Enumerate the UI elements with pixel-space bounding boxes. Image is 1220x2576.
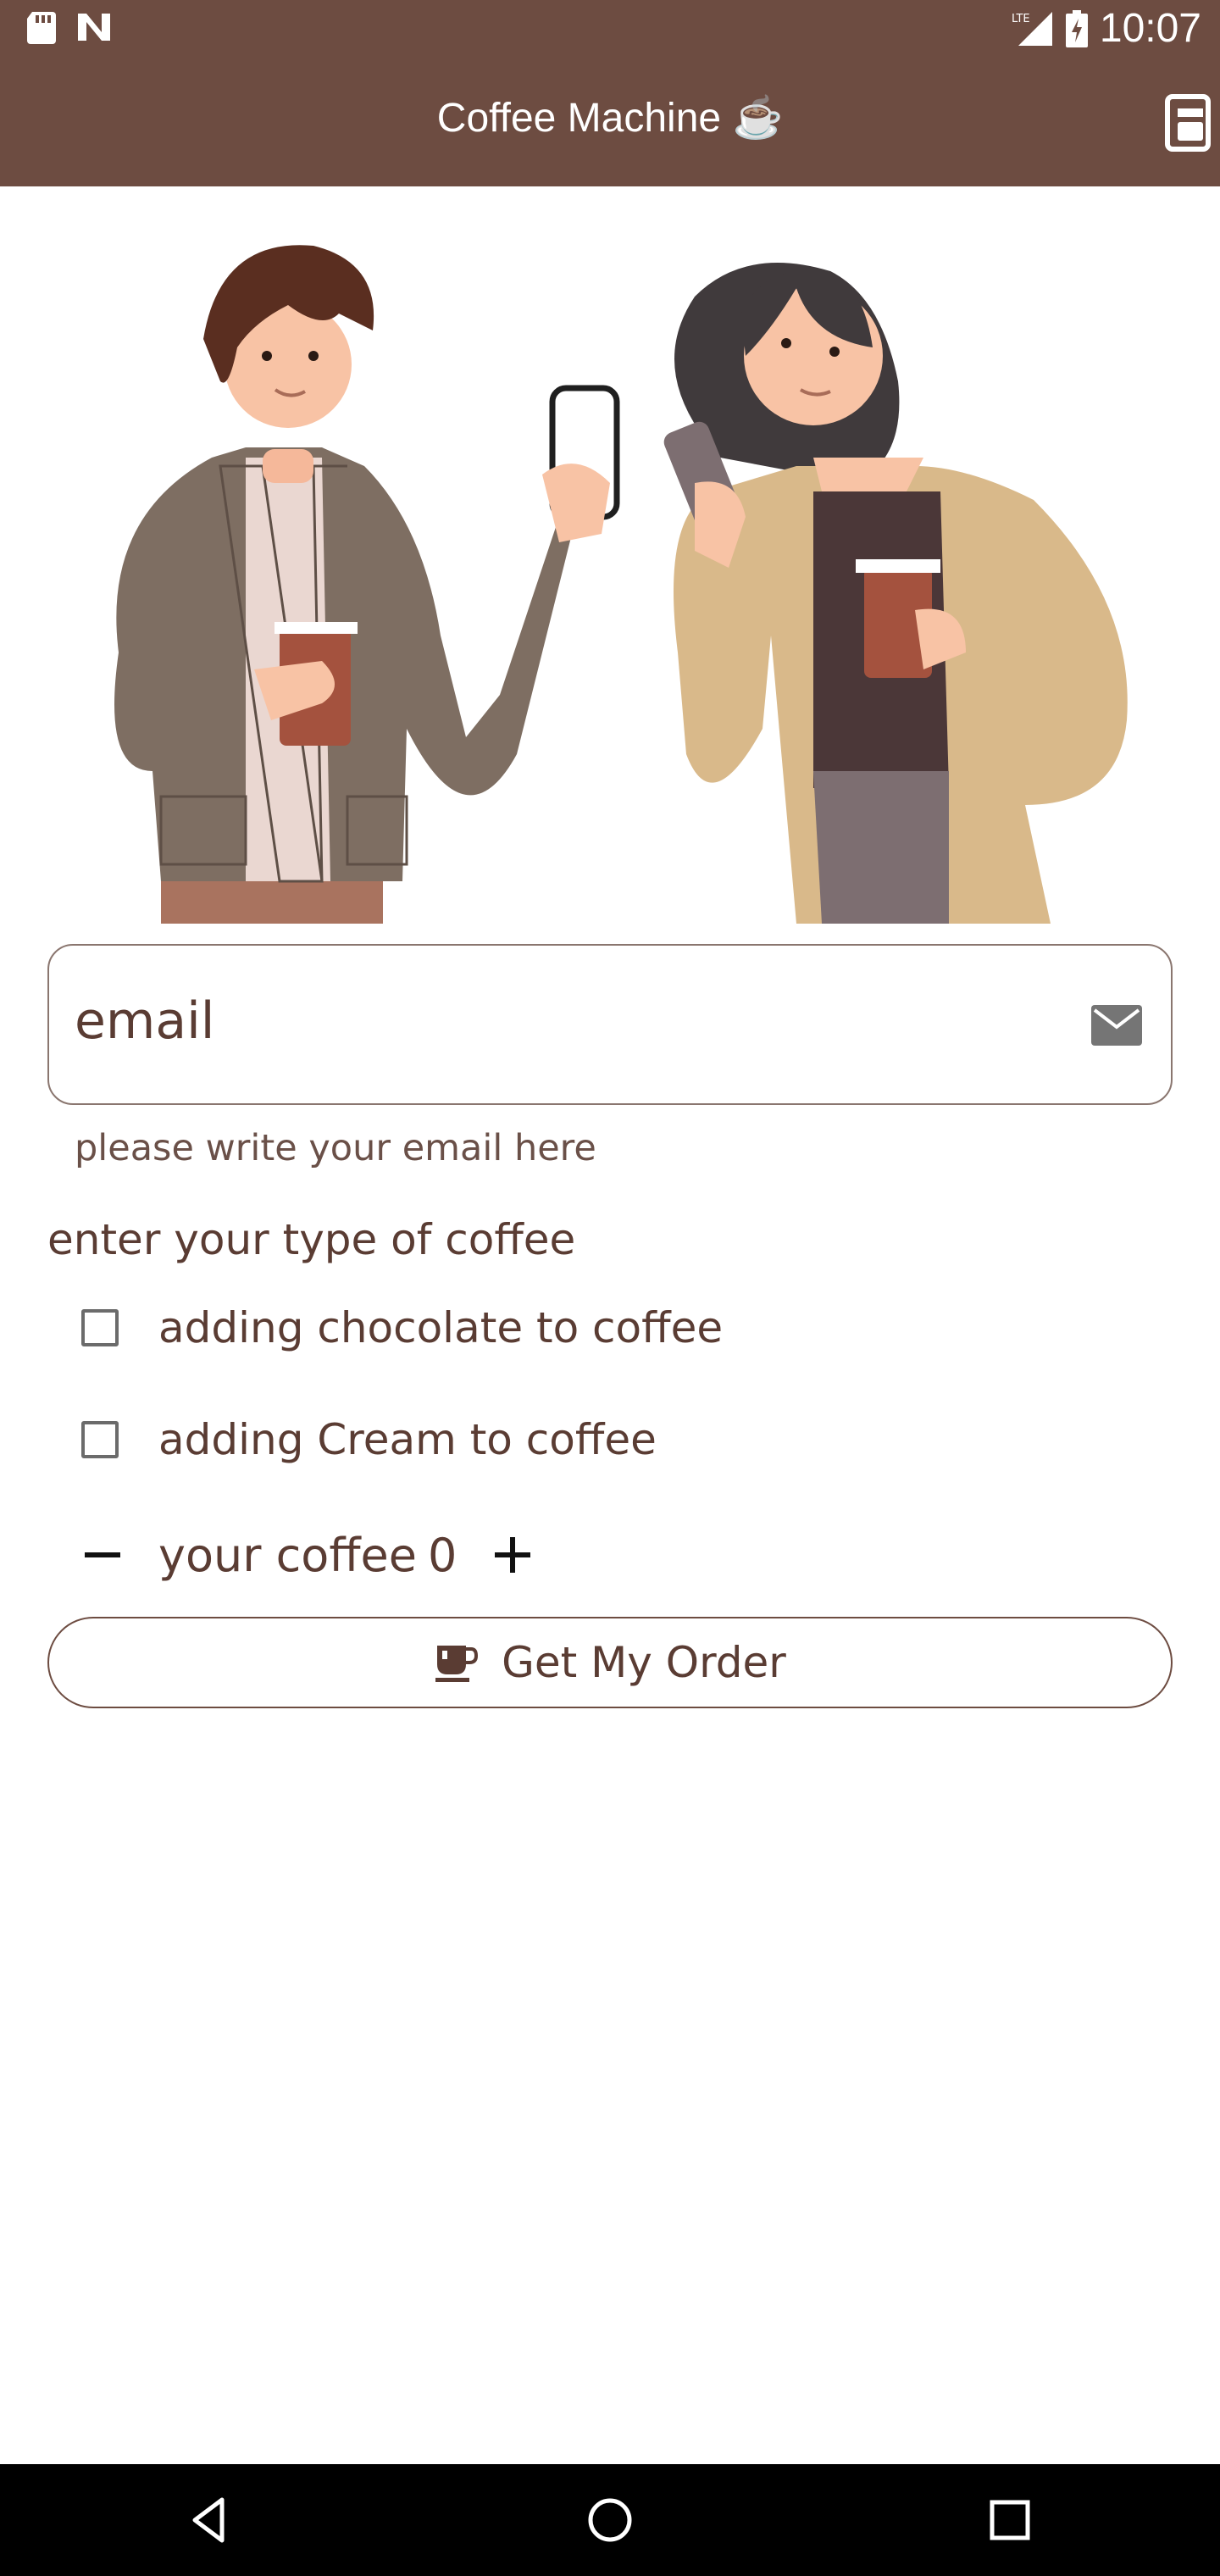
app-bar: Coffee Machine ☕ <box>0 56 1220 186</box>
mail-icon <box>1091 1005 1142 1046</box>
coffee-cup-icon <box>435 1646 479 1682</box>
coffee-machine-icon[interactable] <box>1162 93 1213 154</box>
network-label: LTE <box>1012 13 1030 25</box>
people-with-coffee-illustration <box>114 245 1128 924</box>
battery-charging-icon <box>1065 9 1088 47</box>
quantity-value: 0 <box>428 1529 458 1582</box>
chocolate-option[interactable]: adding chocolate to coffee <box>81 1298 723 1357</box>
minus-icon[interactable] <box>81 1525 124 1585</box>
chocolate-option-label: adding chocolate to coffee <box>158 1303 724 1352</box>
chocolate-checkbox[interactable] <box>81 1309 119 1346</box>
home-icon[interactable] <box>585 2495 635 2545</box>
sd-card-icon <box>27 12 56 44</box>
email-field[interactable]: email <box>47 944 1173 1105</box>
get-order-button[interactable]: Get My Order <box>47 1617 1173 1708</box>
cream-option-label: adding Cream to coffee <box>158 1415 657 1464</box>
recents-icon[interactable] <box>984 2495 1035 2545</box>
back-icon[interactable] <box>185 2495 236 2545</box>
cream-option[interactable]: adding Cream to coffee <box>81 1410 657 1469</box>
email-input-value[interactable]: email <box>75 991 214 1051</box>
system-nav-bar <box>0 2464 1220 2576</box>
status-bar: LTE 10:07 <box>0 0 1220 56</box>
signal-icon: LTE <box>1012 11 1052 46</box>
coffee-type-title: enter your type of coffee <box>47 1215 576 1264</box>
quantity-label: your coffee <box>158 1529 417 1582</box>
plus-icon[interactable] <box>491 1525 534 1585</box>
email-helper-text: please write your email here <box>75 1127 596 1169</box>
n-app-icon <box>78 14 110 41</box>
status-time: 10:07 <box>1099 6 1201 51</box>
page-title: Coffee Machine ☕ <box>436 96 784 141</box>
get-order-label: Get My Order <box>502 1638 786 1687</box>
cream-checkbox[interactable] <box>81 1421 119 1458</box>
